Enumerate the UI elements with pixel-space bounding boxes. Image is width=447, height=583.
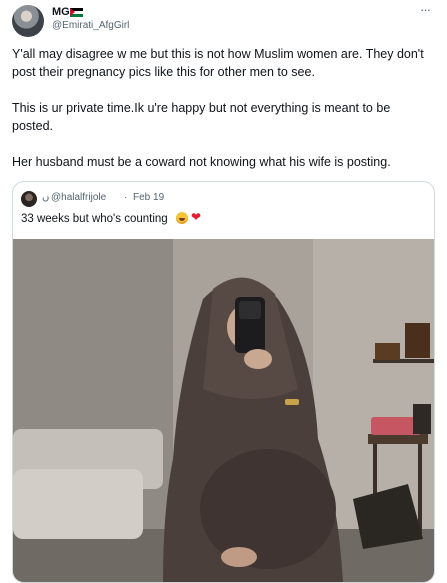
flag-icon — [70, 8, 83, 17]
separator-dot: · — [124, 192, 128, 203]
tweet-paragraph-2: This is ur private time.Ik u're happy bu… — [12, 101, 391, 133]
tweet-paragraph-3: Her husband must be a coward not knowing… — [12, 155, 391, 169]
tweet-paragraph-1: Y'all may disagree w me but this is not … — [12, 47, 424, 79]
quoted-date[interactable]: Feb 19 — [133, 192, 164, 204]
laughing-face-emoji-icon — [176, 212, 188, 224]
author-handle[interactable]: @Emirati_AfgGirl — [52, 20, 129, 32]
red-heart-emoji-icon: ❤ — [191, 210, 202, 224]
quoted-photo[interactable] — [13, 239, 434, 582]
quoted-tweet-card[interactable]: ں @halalfrijole · Feb 19 33 weeks but wh… — [12, 181, 435, 583]
quoted-text: 33 weeks but who's counting — [21, 213, 168, 225]
author-avatar[interactable] — [12, 5, 44, 37]
quoted-author-avatar[interactable] — [21, 191, 37, 207]
tweet: MG @Emirati_AfgGirl ··· Y'all may disagr… — [0, 0, 447, 583]
author-name[interactable]: MG — [52, 6, 70, 19]
more-horizontal-icon[interactable]: ··· — [420, 3, 440, 18]
quoted-author-name[interactable]: ں — [42, 191, 49, 205]
quoted-author-handle[interactable]: @halalfrijole — [51, 192, 106, 204]
